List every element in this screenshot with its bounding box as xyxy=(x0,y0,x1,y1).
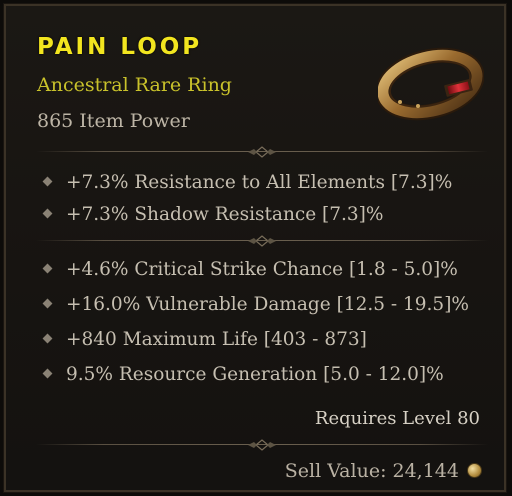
affix-line: 9.5% Resource Generation [5.0 - 12.0]% xyxy=(42,364,444,385)
diamond-bullet-icon xyxy=(42,263,53,274)
diamond-bullet-icon xyxy=(42,368,53,379)
diamond-bullet-icon xyxy=(42,298,53,309)
level-requirement: Requires Level 80 xyxy=(314,408,480,429)
diamond-bullet-icon xyxy=(42,176,53,187)
implicit-affix: +7.3% Resistance to All Elements [7.3]% xyxy=(42,172,452,193)
affix-line: +4.6% Critical Strike Chance [1.8 - 5.0]… xyxy=(42,259,458,280)
item-name: PAIN LOOP xyxy=(37,34,203,60)
diamond-bullet-icon xyxy=(42,208,53,219)
section-divider xyxy=(36,438,488,452)
sell-value: Sell Value: 24,144 xyxy=(285,460,482,482)
section-divider xyxy=(36,234,488,248)
sell-value-text: Sell Value: 24,144 xyxy=(284,460,459,482)
diamond-bullet-icon xyxy=(42,333,53,344)
item-power: 865 Item Power xyxy=(37,110,190,132)
ring-icon xyxy=(378,47,484,121)
implicit-affix: +7.3% Shadow Resistance [7.3]% xyxy=(42,204,383,225)
item-rarity: Ancestral Rare Ring xyxy=(37,74,232,96)
gold-coin-icon xyxy=(467,463,482,478)
affix-line: +16.0% Vulnerable Damage [12.5 - 19.5]% xyxy=(42,294,469,315)
item-tooltip: PAIN LOOP Ancestral Rare Ring 865 Item P… xyxy=(3,3,507,493)
section-divider xyxy=(36,145,488,159)
affix-line: +840 Maximum Life [403 - 873] xyxy=(42,329,367,350)
